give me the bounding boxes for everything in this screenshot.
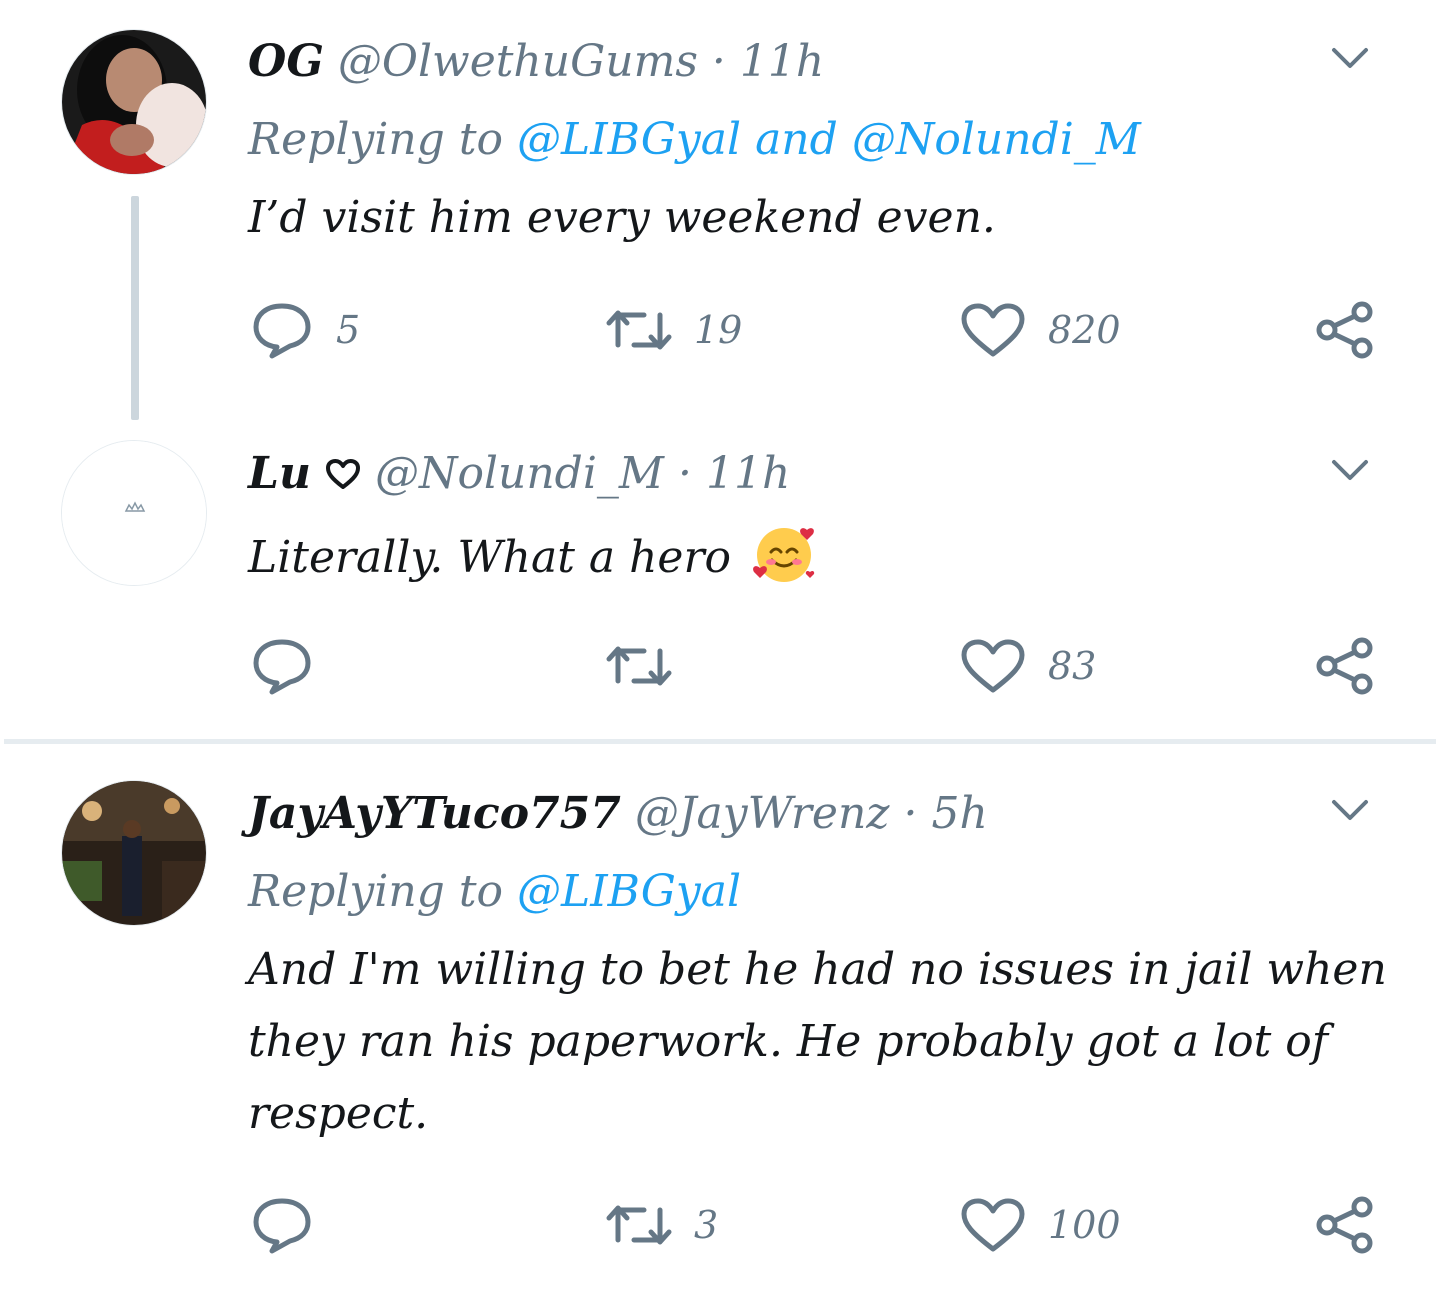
tweet-3[interactable]: JayAyYTuco757 @JayWrenz · 5h Replying to… — [0, 744, 1440, 1291]
mention-link[interactable]: @Nolundi_M — [852, 114, 1141, 165]
share-icon — [1316, 637, 1373, 695]
heart-outline-icon — [325, 459, 360, 489]
reply-icon — [253, 639, 311, 695]
like-count: 83 — [1048, 644, 1097, 688]
like-button[interactable]: 820 — [960, 295, 1121, 365]
replying-to: Replying to @LIBGyal and @Nolundi_M — [248, 110, 1141, 170]
share-icon — [1316, 1196, 1373, 1254]
like-count: 100 — [1048, 1203, 1121, 1247]
share-icon — [1316, 301, 1373, 359]
retweet-count: 19 — [694, 308, 743, 352]
like-button[interactable]: 83 — [960, 631, 1096, 701]
user-handle[interactable]: @Nolundi_M — [375, 448, 664, 499]
retweet-button[interactable] — [606, 631, 694, 701]
display-name[interactable]: OG — [248, 36, 324, 87]
tweet-text-content: Literally. What a hero — [248, 532, 731, 583]
separator-dot: · — [903, 788, 918, 839]
retweet-icon — [606, 310, 672, 350]
separator-dot: · — [677, 448, 692, 499]
like-button[interactable]: 100 — [960, 1190, 1121, 1260]
chevron-down-icon[interactable] — [1330, 794, 1370, 824]
retweet-icon — [606, 1205, 672, 1245]
share-button[interactable] — [1314, 631, 1376, 701]
smiling-face-with-hearts-emoji — [753, 528, 815, 582]
avatar[interactable] — [61, 29, 207, 175]
chevron-down-icon[interactable] — [1330, 42, 1370, 72]
tweet-text: I’d visit him every weekend even. — [248, 192, 996, 243]
tweet-text: And I'm willing to bet he had no issues … — [248, 944, 1387, 1139]
chevron-down-icon[interactable] — [1330, 454, 1370, 484]
tweet-header: JayAyYTuco757 @JayWrenz · 5h — [248, 784, 1320, 844]
tweet-header: Lu @Nolundi_M · 11h — [248, 444, 1320, 504]
tweet-actions: 83 — [0, 631, 1440, 701]
avatar[interactable] — [61, 440, 207, 586]
tweet-1[interactable]: OG @OlwethuGums · 11h Replying to @LIBGy… — [0, 0, 1440, 420]
replying-to-label: Replying to — [248, 866, 503, 917]
like-count: 820 — [1048, 308, 1121, 352]
separator-dot: · — [711, 36, 726, 87]
like-icon — [961, 303, 1025, 357]
user-handle[interactable]: @JayWrenz — [635, 788, 890, 839]
reply-count: 5 — [336, 308, 361, 352]
retweet-button[interactable]: 3 — [606, 1190, 718, 1260]
tweet-actions: 3 100 — [0, 1190, 1440, 1260]
retweet-button[interactable]: 19 — [606, 295, 742, 365]
share-button[interactable] — [1314, 1190, 1376, 1260]
reply-icon — [253, 1198, 311, 1254]
mention-joiner[interactable]: and — [755, 114, 838, 165]
mention-link[interactable]: @LIBGyal — [517, 866, 741, 917]
reply-button[interactable] — [250, 631, 336, 701]
timestamp[interactable]: 11h — [706, 448, 790, 499]
like-icon — [961, 639, 1025, 693]
share-button[interactable] — [1314, 295, 1376, 365]
tweet-text: Literally. What a hero — [248, 520, 1388, 594]
tweet-header: OG @OlwethuGums · 11h — [248, 32, 1320, 92]
replying-to: Replying to @LIBGyal — [248, 862, 741, 922]
user-handle[interactable]: @OlwethuGums — [338, 36, 698, 87]
retweet-count: 3 — [694, 1203, 719, 1247]
timestamp[interactable]: 11h — [740, 36, 824, 87]
display-name[interactable]: JayAyYTuco757 — [248, 788, 621, 839]
timestamp[interactable]: 5h — [931, 788, 987, 839]
reply-button[interactable] — [250, 1190, 336, 1260]
avatar[interactable] — [61, 780, 207, 926]
tweet-actions: 5 19 820 — [0, 295, 1440, 365]
mention-link[interactable]: @LIBGyal — [517, 114, 741, 165]
reply-icon — [253, 303, 311, 359]
retweet-icon — [606, 646, 672, 686]
display-name[interactable]: Lu — [248, 448, 311, 499]
reply-button[interactable]: 5 — [250, 295, 360, 365]
replying-to-label: Replying to — [248, 114, 503, 165]
like-icon — [961, 1198, 1025, 1252]
tweet-2[interactable]: Lu @Nolundi_M · 11h Literally. What a he… — [0, 420, 1440, 739]
